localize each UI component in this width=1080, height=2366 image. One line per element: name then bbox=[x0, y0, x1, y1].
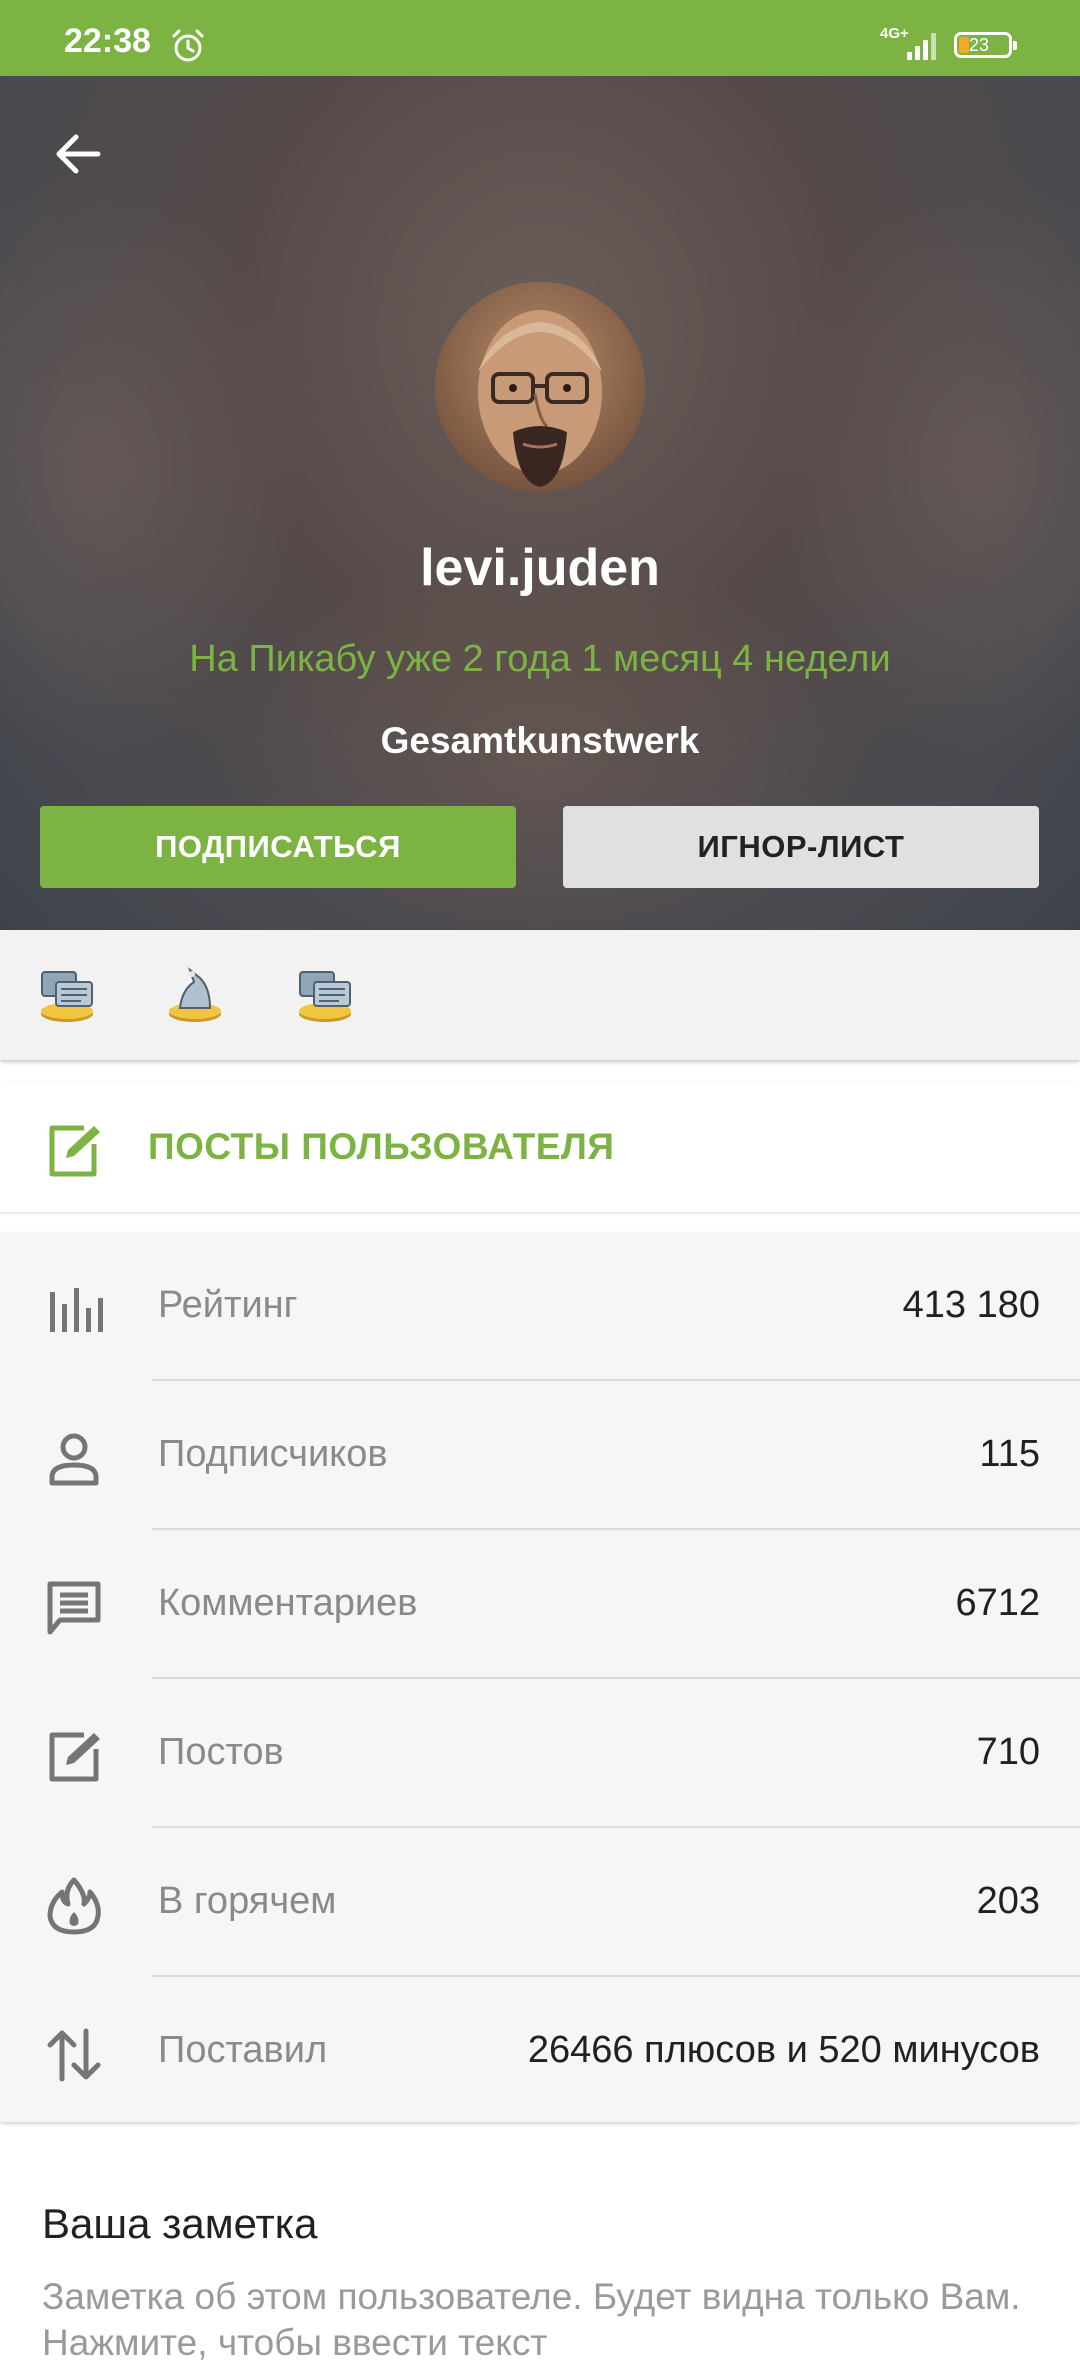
subscribe-button[interactable]: ПОДПИСАТЬСЯ bbox=[40, 806, 516, 888]
sort-arrows-icon bbox=[47, 2028, 101, 2082]
stat-label: Поставил bbox=[158, 2029, 328, 2071]
stat-value: 203 bbox=[976, 1880, 1040, 1922]
stat-value: 710 bbox=[976, 1731, 1040, 1773]
edit-icon bbox=[49, 1732, 100, 1782]
profile-header: levi.juden На Пикабу уже 2 года 1 месяц … bbox=[0, 76, 1080, 930]
stat-row-rating: Рейтинг 413 180 bbox=[0, 1232, 1080, 1381]
user-posts-link[interactable]: ПОСТЫ ПОЛЬЗОВАТЕЛЯ bbox=[0, 1082, 1080, 1212]
signal-icon bbox=[907, 33, 936, 60]
comment-icon bbox=[47, 1581, 101, 1635]
note-input[interactable]: Заметка об этом пользователе. Будет видн… bbox=[42, 2274, 1042, 2366]
avatar-image bbox=[435, 282, 645, 492]
user-posts-label: ПОСТЫ ПОЛЬЗОВАТЕЛЯ bbox=[148, 1126, 615, 1167]
stat-value: 115 bbox=[979, 1433, 1040, 1475]
person-icon bbox=[49, 1433, 99, 1486]
stat-value: 6712 bbox=[955, 1582, 1040, 1624]
stat-row-comments[interactable]: Комментариев 6712 bbox=[0, 1530, 1080, 1679]
note-title: Ваша заметка bbox=[42, 2200, 318, 2247]
stat-row-hot[interactable]: В горячем 203 bbox=[0, 1828, 1080, 1977]
tenure-text: На Пикабу уже 2 года 1 месяц 4 недели bbox=[189, 638, 891, 680]
stat-value: 413 180 bbox=[902, 1284, 1040, 1326]
username: levi.juden bbox=[420, 539, 660, 597]
awards-bar bbox=[0, 930, 1080, 1060]
ignore-list-button[interactable]: ИГНОР-ЛИСТ bbox=[563, 806, 1039, 888]
stat-value: 26466 плюсов и 520 минусов bbox=[527, 2029, 1040, 2071]
stat-label: В горячем bbox=[158, 1880, 337, 1922]
stat-row-subscribers[interactable]: Подписчиков 115 bbox=[0, 1381, 1080, 1530]
stat-label: Подписчиков bbox=[158, 1433, 388, 1475]
posts-award-icon[interactable] bbox=[164, 962, 226, 1024]
stat-label: Комментариев bbox=[158, 1582, 418, 1624]
stats-list: Рейтинг 413 180 Подписчиков 115 Коммента… bbox=[0, 1232, 1080, 2122]
flame-icon bbox=[47, 1877, 101, 1935]
alarm-icon bbox=[172, 29, 204, 62]
comments-award-icon[interactable] bbox=[294, 962, 356, 1024]
battery-icon: 23 bbox=[954, 32, 1017, 58]
rating-icon bbox=[50, 1288, 103, 1332]
status-bar: 22:38 4G+ 23 bbox=[0, 0, 1080, 76]
battery-text: 23 bbox=[969, 35, 990, 55]
status-time: 22:38 bbox=[64, 22, 151, 60]
comments-award-icon[interactable] bbox=[36, 962, 98, 1024]
avatar[interactable] bbox=[435, 282, 645, 492]
stat-row-votes: Поставил 26466 плюсов и 520 минусов bbox=[0, 1977, 1080, 2126]
stat-row-posts[interactable]: Постов 710 bbox=[0, 1679, 1080, 1828]
user-status: Gesamtkunstwerk bbox=[380, 720, 700, 761]
edit-icon bbox=[49, 1125, 100, 1177]
back-arrow-icon[interactable] bbox=[48, 124, 108, 184]
battery-level bbox=[959, 37, 969, 53]
stat-label: Постов bbox=[158, 1731, 284, 1773]
stat-label: Рейтинг bbox=[158, 1284, 298, 1326]
